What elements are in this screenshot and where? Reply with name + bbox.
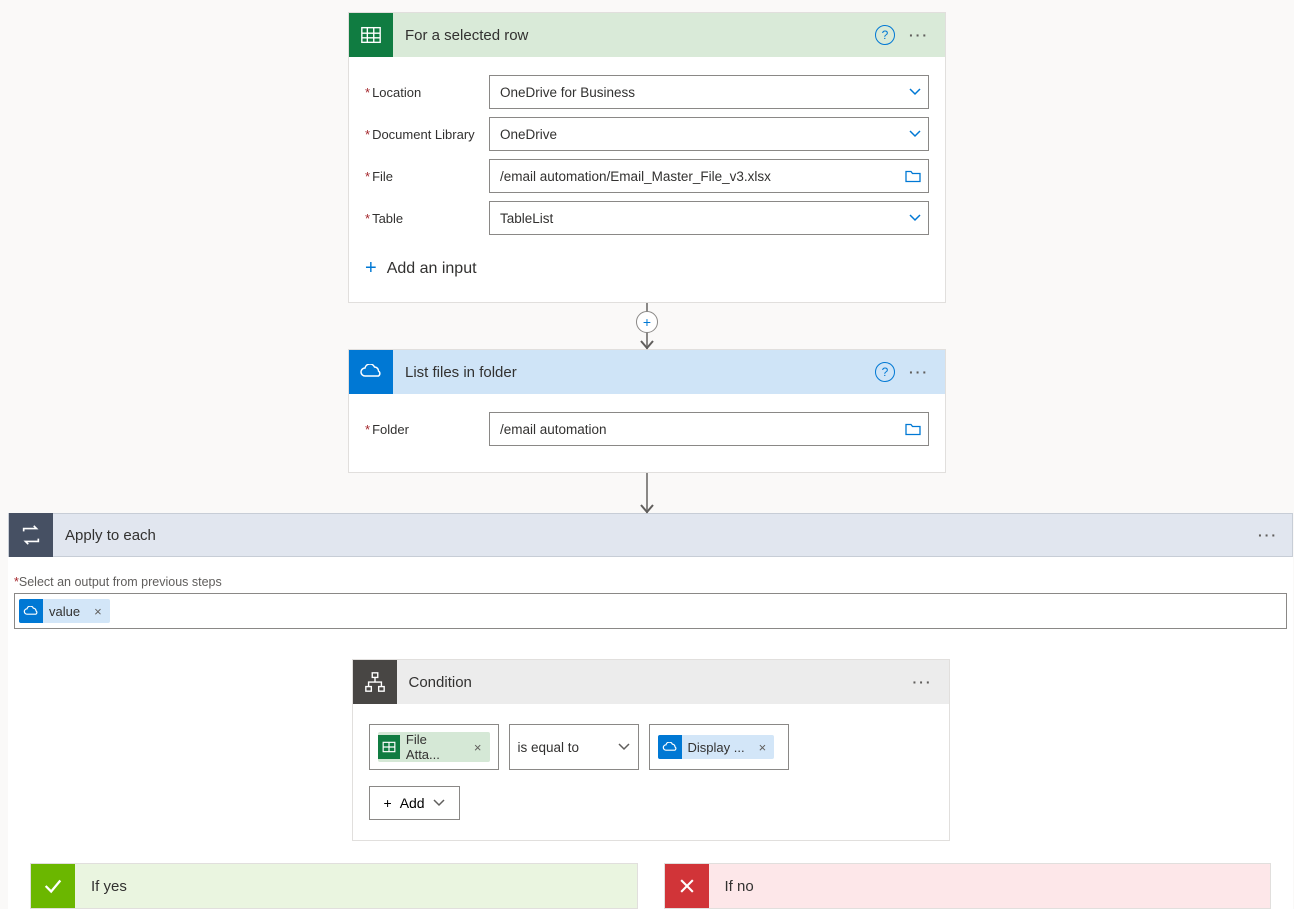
trigger-header[interactable]: For a selected row ? ··· [349, 13, 945, 57]
more-icon[interactable]: ··· [909, 670, 937, 694]
folder-icon[interactable] [905, 170, 921, 183]
connector: + [348, 303, 946, 349]
file-input[interactable] [489, 159, 929, 193]
apply-to-each-body: *Select an output from previous steps va… [8, 557, 1293, 909]
list-files-title: List files in folder [393, 364, 875, 381]
remove-token-icon[interactable]: × [751, 740, 775, 755]
chevron-down-icon[interactable] [909, 86, 921, 98]
help-icon[interactable]: ? [875, 362, 895, 382]
chevron-down-icon [433, 797, 445, 809]
location-label: *Location [365, 85, 489, 100]
condition-left-operand[interactable]: File Atta... × [369, 724, 499, 770]
list-files-card: List files in folder ? ··· *Folder [348, 349, 946, 473]
list-files-header[interactable]: List files in folder ? ··· [349, 350, 945, 394]
folder-input[interactable] [489, 412, 929, 446]
chevron-down-icon[interactable] [909, 212, 921, 224]
excel-icon [349, 13, 393, 57]
file-attachment-token[interactable]: File Atta... × [378, 732, 490, 762]
if-yes-label: If yes [75, 878, 127, 895]
if-no-branch[interactable]: If no [664, 863, 1272, 909]
table-label: *Table [365, 211, 489, 226]
output-field[interactable]: value × [14, 593, 1287, 629]
arrow-down-icon [640, 340, 654, 350]
library-input[interactable] [489, 117, 929, 151]
more-icon[interactable]: ··· [1254, 523, 1282, 547]
condition-icon [353, 660, 397, 704]
plus-icon: + [365, 257, 377, 280]
condition-title: Condition [397, 674, 909, 691]
list-files-body: *Folder [349, 394, 945, 472]
chevron-down-icon[interactable] [909, 128, 921, 140]
folder-label: *Folder [365, 422, 489, 437]
loop-icon [9, 513, 53, 557]
condition-operator[interactable]: is equal to [509, 724, 639, 770]
table-input[interactable] [489, 201, 929, 235]
condition-row: File Atta... × is equal to Display ... × [369, 724, 933, 770]
trigger-body: *Location *Document Library *File *Table [349, 57, 945, 302]
onedrive-icon [349, 350, 393, 394]
check-icon [31, 864, 75, 908]
add-label: Add [400, 795, 425, 811]
trigger-card: For a selected row ? ··· *Location *Docu… [348, 12, 946, 303]
connector [348, 473, 946, 513]
token-label: File Atta... [400, 732, 466, 762]
help-icon[interactable]: ? [875, 25, 895, 45]
condition-right-operand[interactable]: Display ... × [649, 724, 789, 770]
if-no-label: If no [709, 878, 754, 895]
value-token[interactable]: value × [19, 599, 110, 623]
more-icon[interactable]: ··· [905, 23, 933, 47]
add-step-button[interactable]: + [636, 311, 658, 333]
condition-header[interactable]: Condition ··· [353, 660, 949, 704]
add-input-label: Add an input [387, 260, 477, 278]
token-label: Display ... [682, 740, 751, 755]
remove-token-icon[interactable]: × [466, 740, 490, 755]
folder-icon[interactable] [905, 423, 921, 436]
trigger-title: For a selected row [393, 27, 875, 44]
chevron-down-icon [618, 741, 630, 753]
excel-icon [378, 735, 400, 759]
file-label: *File [365, 169, 489, 184]
close-icon [665, 864, 709, 908]
remove-token-icon[interactable]: × [86, 604, 110, 619]
plus-icon: + [384, 795, 392, 811]
onedrive-icon [658, 735, 682, 759]
output-label: *Select an output from previous steps [8, 575, 1293, 593]
operator-label: is equal to [518, 740, 580, 755]
condition-card: Condition ··· File Atta... × is equal to [352, 659, 950, 841]
add-input-button[interactable]: + Add an input [365, 253, 929, 284]
display-name-token[interactable]: Display ... × [658, 735, 775, 759]
arrow-down-icon [640, 504, 654, 514]
if-yes-branch[interactable]: If yes [30, 863, 638, 909]
apply-to-each-title: Apply to each [53, 527, 1254, 544]
apply-to-each-header[interactable]: Apply to each ··· [8, 513, 1293, 557]
location-input[interactable] [489, 75, 929, 109]
more-icon[interactable]: ··· [905, 360, 933, 384]
onedrive-icon [19, 599, 43, 623]
branch-row: If yes If no [30, 863, 1271, 909]
token-label: value [43, 604, 86, 619]
library-label: *Document Library [365, 127, 489, 142]
add-condition-button[interactable]: + Add [369, 786, 460, 820]
